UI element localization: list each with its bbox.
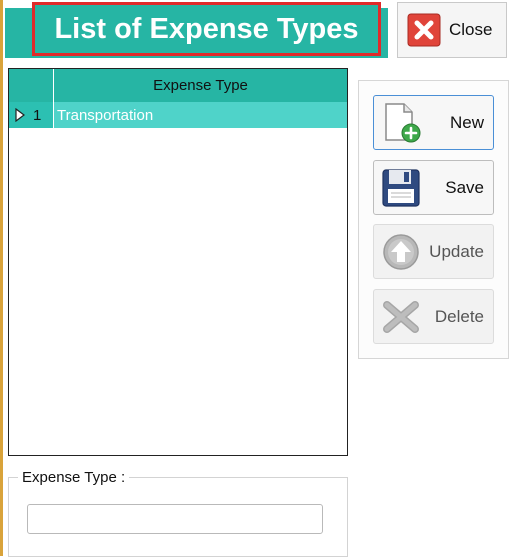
action-panel: New Save Update Delete [358,80,509,359]
floppy-disk-icon [382,169,420,207]
window-left-border [0,0,3,556]
expense-type-groupbox: Expense Type : [8,469,348,557]
close-button-label: Close [449,20,493,39]
new-button-label: New [449,112,484,132]
grid-header: Expense Type [9,69,347,102]
delete-x-icon [383,301,419,333]
grid-corner-cell [9,69,54,102]
title-frame: List of Expense Types [32,2,381,56]
delete-button[interactable]: Delete [373,289,494,344]
row-header[interactable]: 1 [9,102,54,128]
upload-arrow-icon [383,234,419,270]
new-button[interactable]: New [373,95,494,150]
page-title: List of Expense Types [54,12,359,45]
cell-expense-type[interactable]: Transportation [57,102,153,128]
expense-type-input[interactable] [27,504,323,534]
expense-types-grid[interactable]: Expense Type 1 Transportation [8,68,348,456]
close-button[interactable]: Close [397,2,507,58]
row-number: 1 [33,106,42,124]
new-document-icon [385,103,421,143]
column-header-expense-type[interactable]: Expense Type [54,69,347,102]
expense-type-label: Expense Type : [18,469,130,486]
update-button[interactable]: Update [373,224,494,279]
update-button-label: Update [429,241,484,261]
delete-button-label: Delete [434,306,484,326]
row-pointer-icon [15,108,25,122]
close-x-icon [407,13,441,47]
table-row[interactable]: 1 Transportation [9,102,347,128]
save-button[interactable]: Save [373,160,494,215]
save-button-label: Save [445,177,484,197]
